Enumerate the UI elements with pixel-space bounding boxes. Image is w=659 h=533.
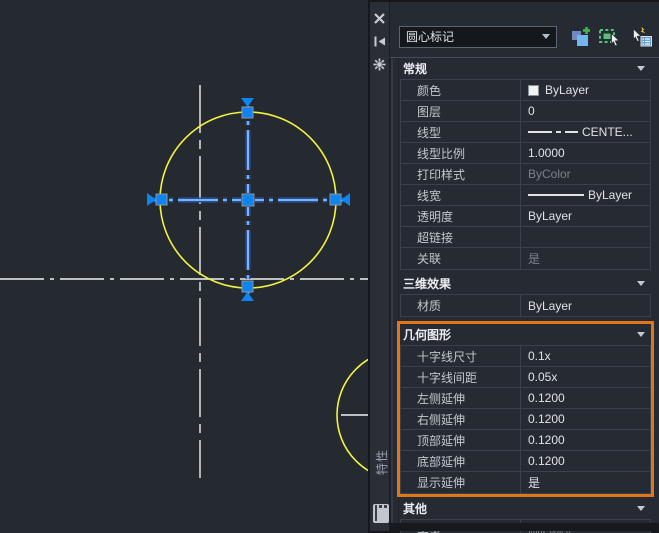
properties-palette-icon[interactable] (373, 504, 389, 523)
section-title: 几何图形 (403, 328, 452, 342)
object-type-dropdown[interactable]: 圆心标记 (399, 25, 557, 48)
property-label: 十字线间距 (401, 367, 521, 387)
section-title: 常规 (403, 62, 428, 76)
select-objects-icon (599, 28, 620, 46)
property-label: 打印样式 (401, 164, 521, 184)
property-value-linetype[interactable]: CENTE... (521, 122, 650, 142)
grip-left[interactable] (155, 193, 168, 206)
property-label: 关联 (401, 248, 521, 269)
property-value-right-extension[interactable]: 0.1200 (521, 409, 650, 429)
property-label: 底部延伸 (401, 451, 521, 471)
property-value-linetype-scale[interactable]: 1.0000 (521, 143, 650, 163)
quick-select-icon (633, 26, 652, 46)
section-3d-effects-header[interactable]: 三维效果 (400, 273, 651, 294)
collapse-chevron-icon[interactable] (637, 506, 645, 511)
property-row-top-extension: 顶部延伸 0.1200 (401, 430, 650, 451)
palette-titlebar: 特性 (368, 2, 390, 531)
property-value-material[interactable]: ByLayer (521, 295, 650, 316)
collapse-chevron-icon[interactable] (637, 281, 645, 286)
property-row-left-extension: 左侧延伸 0.1200 (401, 388, 650, 409)
palette-content: 圆心标记 常规 颜色 ByLayer 图层 0 线型 CENTE... 线型比例… (390, 2, 659, 533)
property-row-lineweight: 线宽 ByLayer (401, 185, 650, 206)
settings-gear-icon[interactable] (373, 57, 387, 71)
section-other-header[interactable]: 其他 (400, 498, 651, 519)
collapse-chevron-icon[interactable] (637, 332, 645, 337)
grip-center[interactable] (241, 193, 255, 207)
auto-hide-icon[interactable] (373, 34, 387, 48)
property-label: 右侧延伸 (401, 409, 521, 429)
property-value-cross-size[interactable]: 0.1x (521, 346, 650, 366)
scrollbar[interactable] (390, 58, 399, 525)
property-value-transparency[interactable]: ByLayer (521, 206, 650, 226)
grips[interactable] (147, 98, 350, 301)
property-label: 颜色 (401, 80, 521, 100)
close-icon[interactable] (373, 11, 387, 25)
grip-top[interactable] (241, 106, 254, 119)
property-value-lineweight[interactable]: ByLayer (521, 185, 650, 205)
property-row-layer: 图层 0 (401, 101, 650, 122)
property-value-color[interactable]: ByLayer (521, 80, 650, 100)
lineweight-sample (528, 194, 584, 196)
section-title: 其他 (403, 502, 428, 516)
property-row-associative: 关联 是 (401, 248, 650, 269)
object-type-value: 圆心标记 (406, 30, 455, 44)
property-label: 线型 (401, 122, 521, 142)
palette-toolbar: 圆心标记 (390, 2, 659, 57)
property-value-associative: 是 (528, 252, 541, 266)
linetype-sample (528, 131, 552, 133)
property-value-cross-gap[interactable]: 0.05x (521, 367, 650, 387)
property-label: 透明度 (401, 206, 521, 226)
chevron-down-icon (542, 34, 550, 39)
property-row-cross-size: 十字线尺寸 0.1x (401, 346, 650, 367)
pickadd-toggle-button[interactable] (567, 25, 593, 49)
property-label: 超链接 (401, 227, 521, 247)
property-row-linetype: 线型 CENTE... (401, 122, 650, 143)
section-geometry: 几何图形 十字线尺寸 0.1x 十字线间距 0.05x 左侧延伸 0.1200 … (397, 321, 654, 497)
property-row-transparency: 透明度 ByLayer (401, 206, 650, 227)
section-geometry-header[interactable]: 几何图形 (400, 324, 651, 345)
property-label: 十字线尺寸 (401, 346, 521, 366)
section-title: 三维效果 (403, 277, 452, 291)
property-label: 左侧延伸 (401, 388, 521, 408)
property-value-bottom-extension[interactable]: 0.1200 (521, 451, 650, 471)
properties-grid-wrap: 常规 颜色 ByLayer 图层 0 线型 CENTE... 线型比例 1.00… (390, 57, 659, 533)
collapse-chevron-icon[interactable] (637, 66, 645, 71)
property-row-cross-gap: 十字线间距 0.05x (401, 367, 650, 388)
property-label: 显示延伸 (401, 472, 521, 493)
select-objects-button[interactable] (597, 25, 623, 49)
properties-grid: 常规 颜色 ByLayer 图层 0 线型 CENTE... 线型比例 1.00… (397, 58, 654, 533)
palette-bottom-edge (390, 523, 659, 531)
property-label: 图层 (401, 101, 521, 121)
property-row-plotstyle: 打印样式 ByColor (401, 164, 650, 185)
property-label: 材质 (401, 295, 521, 316)
pickadd-toggle-icon (572, 26, 590, 46)
property-row-bottom-extension: 底部延伸 0.1200 (401, 451, 650, 472)
property-value-left-extension[interactable]: 0.1200 (521, 388, 650, 408)
color-swatch[interactable] (528, 84, 539, 96)
properties-palette: 特性 圆心标记 常规 颜色 ByLayer 图层 0 线型 CENTE... 线… (368, 0, 659, 533)
property-row-right-extension: 右侧延伸 0.1200 (401, 409, 650, 430)
property-value-plotstyle: ByColor (528, 167, 571, 181)
section-general-header[interactable]: 常规 (400, 58, 651, 79)
property-value-show-extension[interactable]: 是 (521, 472, 650, 493)
property-row-color: 颜色 ByLayer (401, 80, 650, 101)
grip-right[interactable] (329, 193, 342, 206)
cad-viewport[interactable] (0, 0, 368, 533)
property-label: 顶部延伸 (401, 430, 521, 450)
section-3d-effects: 三维效果 材质 ByLayer (400, 273, 651, 317)
property-value-top-extension[interactable]: 0.1200 (521, 430, 650, 450)
section-general: 常规 颜色 ByLayer 图层 0 线型 CENTE... 线型比例 1.00… (400, 58, 651, 270)
grip-bottom[interactable] (241, 280, 254, 293)
property-row-hyperlink: 超链接 (401, 227, 650, 248)
property-value-hyperlink[interactable] (521, 227, 650, 247)
property-label: 线宽 (401, 185, 521, 205)
property-row-linetype-scale: 线型比例 1.0000 (401, 143, 650, 164)
property-label: 线型比例 (401, 143, 521, 163)
property-value-layer[interactable]: 0 (521, 101, 650, 121)
property-row-show-extension: 显示延伸 是 (401, 472, 650, 493)
quick-select-button[interactable] (627, 25, 653, 49)
property-row-material: 材质 ByLayer (401, 295, 650, 316)
